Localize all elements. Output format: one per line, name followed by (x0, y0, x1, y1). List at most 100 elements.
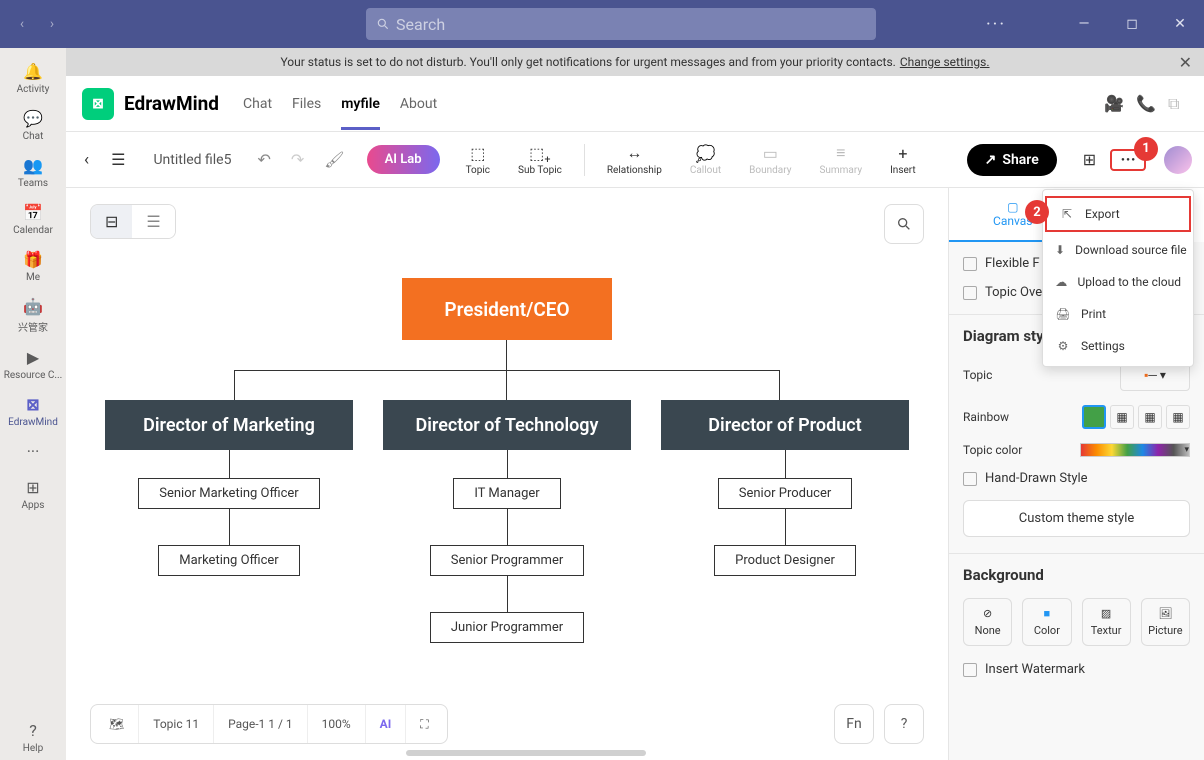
rail-chat[interactable]: 💬Chat (3, 101, 63, 148)
hand-drawn-checkbox[interactable]: Hand-Drawn Style (963, 471, 1190, 486)
tool-subtopic[interactable]: ⬚₊Sub Topic (508, 143, 572, 176)
node-it-manager[interactable]: IT Manager (453, 478, 560, 509)
app-title: EdrawMind (124, 92, 219, 115)
menu-export[interactable]: ⇱Export (1045, 196, 1191, 232)
topic-color-picker[interactable]: ▾ (1080, 443, 1190, 457)
tool-relationship[interactable]: ↔Relationship (597, 143, 672, 176)
rail-me[interactable]: 🎁Me (3, 242, 63, 289)
bg-picture[interactable]: 🖼Picture (1141, 598, 1190, 646)
canvas-search-button[interactable] (884, 204, 924, 244)
menu-upload[interactable]: ☁Upload to the cloud (1043, 266, 1193, 298)
fullscreen-icon[interactable]: ⛶ (406, 705, 442, 743)
bg-texture[interactable]: ▨Textur (1082, 598, 1131, 646)
rail-resource[interactable]: ▶Resource C... (3, 340, 63, 387)
rainbow-opt-1[interactable] (1082, 405, 1106, 429)
print-icon: 🖨 (1055, 306, 1071, 322)
canvas[interactable]: ⊟ ☰ President/CEO Director of Marketing … (66, 188, 948, 760)
rail-help[interactable]: ?Help (3, 713, 63, 760)
outline-icon: ☰ (146, 212, 160, 231)
map-icon[interactable]: 🗺 (95, 705, 139, 743)
video-icon[interactable]: 🎥 (1104, 94, 1124, 114)
custom-theme-button[interactable]: Custom theme style (963, 500, 1190, 537)
phone-icon[interactable]: 📞 (1136, 94, 1156, 114)
menu-print[interactable]: 🖨Print (1043, 298, 1193, 330)
node-sr-marketing-officer[interactable]: Senior Marketing Officer (138, 478, 319, 509)
toolbar-back[interactable]: ‹ (78, 150, 95, 170)
rail-calendar[interactable]: 📅Calendar (3, 195, 63, 242)
chat-icon: 💬 (22, 107, 44, 129)
window-maximize[interactable]: ◻ (1116, 8, 1148, 40)
grid-view[interactable]: ⊞ (1077, 150, 1102, 169)
tool-boundary[interactable]: ▭Boundary (739, 143, 801, 176)
filename[interactable]: Untitled file5 (153, 152, 231, 168)
user-avatar[interactable] (1164, 146, 1192, 174)
watermark-checkbox[interactable]: Insert Watermark (963, 662, 1190, 677)
search-input[interactable]: Search (366, 8, 876, 40)
popout-icon[interactable]: ⧉ (1168, 94, 1188, 114)
tab-chat[interactable]: Chat (243, 78, 272, 130)
rail-cn-app[interactable]: 🤖兴管家 (3, 289, 63, 340)
menu-download[interactable]: ⬇Download source file (1043, 234, 1193, 266)
horizontal-scrollbar[interactable] (406, 750, 646, 756)
nav-forward[interactable]: › (38, 10, 66, 38)
gear-icon: ⚙ (1055, 338, 1071, 354)
window-minimize[interactable]: — (1068, 8, 1100, 40)
tool-summary[interactable]: ≡Summary (809, 143, 872, 176)
rainbow-opt-4[interactable]: ▦ (1166, 405, 1190, 429)
node-director-technology[interactable]: Director of Technology (383, 400, 631, 450)
node-director-product[interactable]: Director of Product (661, 400, 909, 450)
rail-teams[interactable]: 👥Teams (3, 148, 63, 195)
format-painter[interactable]: 🖌 (318, 150, 350, 169)
view-outline[interactable]: ☰ (132, 205, 174, 238)
bg-none[interactable]: ⊘None (963, 598, 1012, 646)
panel-collapse[interactable]: › (948, 198, 949, 232)
topic-icon: ⬚ (470, 143, 485, 163)
node-sr-producer[interactable]: Senior Producer (718, 478, 853, 509)
redo-button[interactable]: ↷ (285, 150, 310, 169)
tool-insert[interactable]: +Insert (880, 143, 926, 176)
rail-activity[interactable]: 🔔Activity (3, 54, 63, 101)
apps-icon: ⊞ (22, 476, 44, 498)
search-placeholder: Search (396, 15, 445, 34)
status-link[interactable]: Change settings. (900, 55, 990, 69)
tab-about[interactable]: About (400, 78, 437, 130)
rail-apps[interactable]: ⊞Apps (3, 470, 63, 517)
rail-more[interactable]: ··· (3, 434, 63, 470)
rainbow-opt-2[interactable]: ▦ (1110, 405, 1134, 429)
window-more[interactable]: ··· (980, 8, 1012, 40)
node-product-designer[interactable]: Product Designer (714, 545, 856, 576)
ai-icon[interactable]: AI (366, 705, 407, 743)
toolbar-menu[interactable]: ☰ (103, 150, 133, 169)
toolbar-more-button[interactable]: ● ● ● (1110, 149, 1146, 171)
tool-topic[interactable]: ⬚Topic (456, 143, 500, 176)
tab-myfile[interactable]: myfile (341, 78, 380, 130)
node-root[interactable]: President/CEO (402, 278, 612, 340)
menu-settings[interactable]: ⚙Settings (1043, 330, 1193, 362)
undo-button[interactable]: ↶ (251, 150, 276, 169)
ai-lab-button[interactable]: AI Lab (367, 145, 440, 174)
view-mindmap[interactable]: ⊟ (91, 205, 132, 238)
boundary-icon: ▭ (763, 143, 778, 163)
node-director-marketing[interactable]: Director of Marketing (105, 400, 353, 450)
search-icon (896, 216, 912, 232)
bg-color[interactable]: ■Color (1022, 598, 1071, 646)
help-button[interactable]: ? (884, 704, 924, 744)
mindmap-icon: ⊟ (105, 212, 118, 231)
gift-icon: 🎁 (22, 248, 44, 270)
banner-close[interactable]: ✕ (1179, 53, 1192, 72)
toolbar: ‹ ☰ Untitled file5 ↶ ↷ 🖌 AI Lab ⬚Topic ⬚… (66, 132, 1204, 188)
rainbow-opt-3[interactable]: ▦ (1138, 405, 1162, 429)
zoom-level[interactable]: 100% (308, 705, 366, 743)
node-sr-programmer[interactable]: Senior Programmer (430, 545, 585, 576)
color-icon: ■ (1044, 607, 1051, 620)
rail-edrawmind[interactable]: ⊠EdrawMind (3, 387, 63, 434)
page-info[interactable]: Page-1 1 / 1 (214, 705, 308, 743)
tool-callout[interactable]: 💭Callout (680, 143, 731, 176)
fn-button[interactable]: Fn (834, 704, 874, 744)
nav-back[interactable]: ‹ (8, 10, 36, 38)
share-button[interactable]: ↗Share (967, 144, 1057, 176)
node-marketing-officer[interactable]: Marketing Officer (158, 545, 299, 576)
window-close[interactable]: ✕ (1164, 8, 1196, 40)
tab-files[interactable]: Files (292, 78, 321, 130)
node-jr-programmer[interactable]: Junior Programmer (430, 612, 584, 643)
